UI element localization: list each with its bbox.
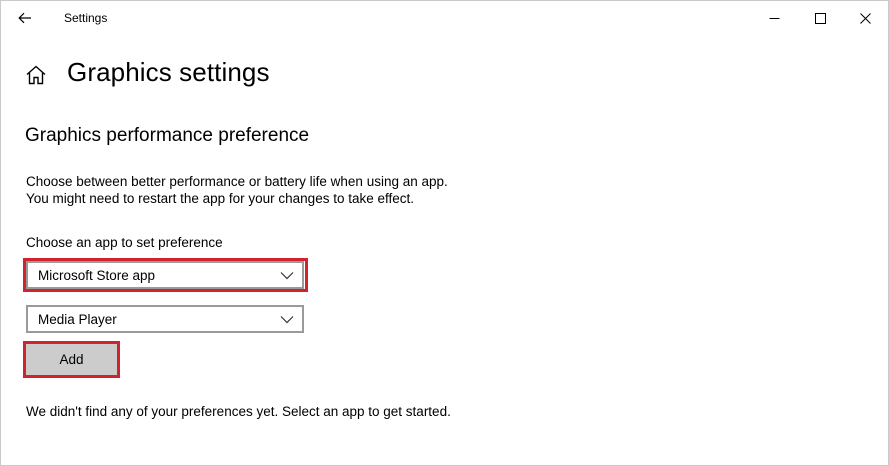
window-title: Settings [64, 11, 108, 25]
choose-app-label: Choose an app to set preference [26, 235, 223, 250]
close-button[interactable] [842, 1, 888, 35]
app-dropdown[interactable]: Media Player [26, 305, 304, 333]
maximize-button[interactable] [797, 1, 843, 35]
close-icon [859, 12, 871, 24]
description-line-1: Choose between better performance or bat… [26, 174, 448, 189]
title-bar: Settings [1, 1, 888, 35]
minimize-button[interactable] [751, 1, 797, 35]
home-icon[interactable] [25, 65, 47, 85]
chevron-down-icon [280, 272, 294, 280]
chevron-down-icon [280, 316, 294, 324]
back-button[interactable] [11, 6, 39, 30]
arrow-left-icon [18, 12, 31, 24]
add-button[interactable]: Add [26, 344, 117, 375]
page-title: Graphics settings [67, 57, 270, 87]
settings-window: Settings Graphics settings Graphics perf… [0, 0, 889, 466]
minimize-icon [769, 17, 779, 19]
section-title: Graphics performance preference [25, 125, 310, 146]
app-type-selected-value: Microsoft Store app [38, 268, 156, 283]
description-line-2: You might need to restart the app for yo… [26, 191, 414, 206]
app-type-dropdown[interactable]: Microsoft Store app [26, 261, 304, 289]
app-selected-value: Media Player [38, 312, 117, 327]
empty-preferences-message: We didn't find any of your preferences y… [26, 404, 451, 419]
maximize-icon [814, 12, 826, 24]
